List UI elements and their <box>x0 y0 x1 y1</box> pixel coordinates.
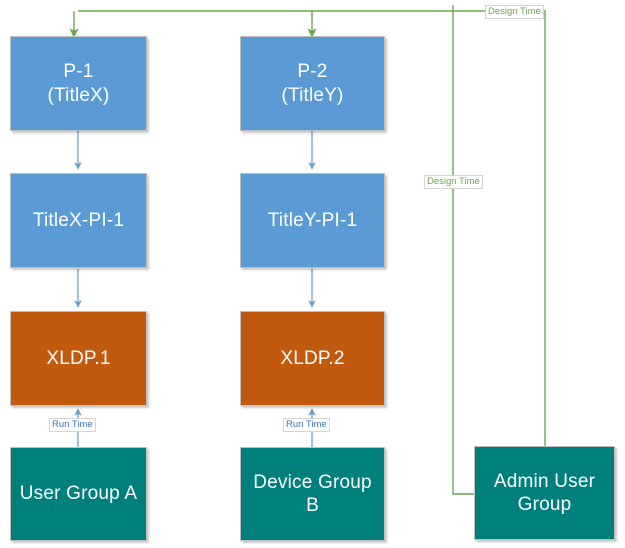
node-admin-user-group-label: Admin User Group <box>493 470 596 515</box>
design-time-branch-vertical <box>452 5 474 495</box>
edge-label-run-time-left-text: Run Time <box>52 419 93 430</box>
node-p1-label: P-1 (TitleX) <box>47 61 110 106</box>
edge-label-design-time-middle: Design Time <box>424 175 483 189</box>
edge-label-run-time-right-text: Run Time <box>286 419 327 430</box>
edge-label-design-time-top: Design Time <box>485 5 544 19</box>
edge-label-run-time-left: Run Time <box>49 418 96 432</box>
node-device-group-b-label: Device Group B <box>253 471 372 516</box>
node-titley-pi-1[interactable]: TitleY-PI-1 <box>240 173 385 268</box>
node-device-group-b[interactable]: Device Group B <box>240 447 385 541</box>
node-xldp-2-label: XLDP.2 <box>280 347 345 369</box>
node-p2-label: P-2 (TitleY) <box>281 61 344 106</box>
diagram-canvas: P-1 (TitleX) P-2 (TitleY) TitleX-PI-1 Ti… <box>0 0 625 548</box>
run-time-connector-group <box>74 408 316 447</box>
edge-label-design-time-middle-text: Design Time <box>427 176 480 187</box>
node-xldp-1-label: XLDP.1 <box>46 347 111 369</box>
node-titlex-pi-1[interactable]: TitleX-PI-1 <box>10 173 147 268</box>
node-admin-user-group[interactable]: Admin User Group <box>474 446 615 540</box>
edge-label-design-time-top-text: Design Time <box>488 6 541 17</box>
edge-label-run-time-right: Run Time <box>283 418 330 432</box>
node-xldp-2[interactable]: XLDP.2 <box>240 311 385 406</box>
node-titley-pi-1-label: TitleY-PI-1 <box>267 209 358 231</box>
node-p2[interactable]: P-2 (TitleY) <box>240 36 385 131</box>
node-xldp-1[interactable]: XLDP.1 <box>10 311 147 406</box>
node-titlex-pi-1-label: TitleX-PI-1 <box>32 209 125 231</box>
node-user-group-a-label: User Group A <box>19 483 138 505</box>
node-user-group-a[interactable]: User Group A <box>10 447 147 541</box>
node-p1[interactable]: P-1 (TitleX) <box>10 36 147 131</box>
